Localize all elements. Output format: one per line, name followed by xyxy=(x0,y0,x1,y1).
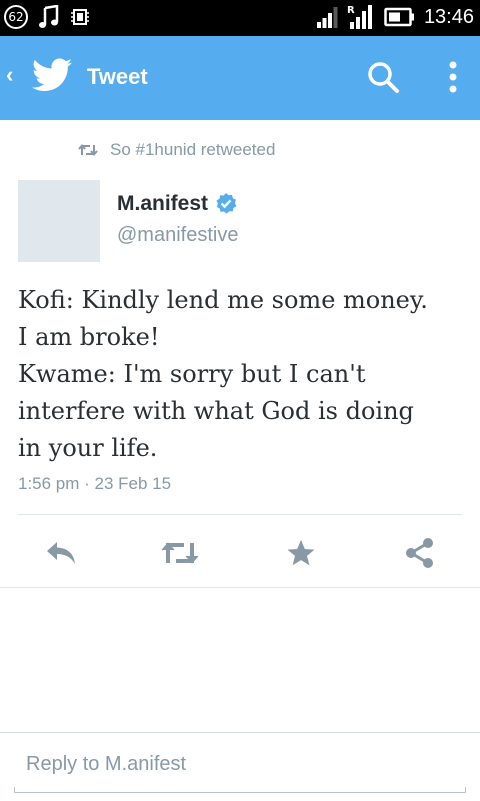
tweet-actions xyxy=(0,530,480,576)
reply-icon xyxy=(47,542,75,564)
roaming-label: R xyxy=(347,5,355,16)
status-bar: 62 R 13:46 xyxy=(0,0,480,36)
tweet-text-line: Kofi: Kindly lend me some money. xyxy=(18,286,428,314)
roaming-signal-icon: R xyxy=(347,5,372,29)
avatar[interactable] xyxy=(18,180,100,262)
favorite-button[interactable] xyxy=(278,530,324,576)
verified-badge-icon xyxy=(216,193,237,214)
share-button[interactable] xyxy=(397,530,443,576)
tweet-text-line: Kwame: I'm sorry but I can't xyxy=(18,360,366,388)
twitter-bird-icon[interactable] xyxy=(32,58,72,92)
divider xyxy=(0,587,480,588)
tweet-text: Kofi: Kindly lend me some money. I am br… xyxy=(18,282,473,467)
reply-button[interactable] xyxy=(38,530,84,576)
music-note-icon xyxy=(39,5,59,28)
reply-input-underline xyxy=(14,787,466,793)
page-title: Tweet xyxy=(87,64,148,89)
retweet-context: So #1hunid retweeted xyxy=(78,140,275,160)
tweet-text-line: in your life. xyxy=(18,434,158,462)
search-icon[interactable] xyxy=(366,60,402,96)
divider xyxy=(18,514,462,515)
more-vert-icon[interactable] xyxy=(444,60,462,96)
reply-bar: Reply to M.anifest xyxy=(0,732,480,801)
retweet-context-text: So #1hunid retweeted xyxy=(110,140,276,159)
chip-icon xyxy=(71,9,89,25)
status-time: 13:46 xyxy=(423,5,474,28)
status-bar-left: 62 xyxy=(4,5,90,29)
retweet-small-icon xyxy=(78,143,98,157)
status-bar-right: R 13:46 xyxy=(316,4,474,30)
retweet-button[interactable] xyxy=(157,530,203,576)
favorite-star-icon xyxy=(287,540,315,566)
tweet-text-line: interfere with what God is doing xyxy=(18,397,414,425)
tweet-text-line: I am broke! xyxy=(18,323,160,351)
app-bar: ‹ Tweet xyxy=(0,36,480,120)
author-name[interactable]: M.anifest xyxy=(117,192,208,216)
share-icon xyxy=(406,538,433,568)
notification-count-icon: 62 xyxy=(4,5,28,29)
tweet-timestamp: 1:56 pm · 23 Feb 15 xyxy=(18,474,172,493)
signal-icon xyxy=(316,7,338,28)
author-name-row: M.anifest xyxy=(117,192,238,216)
reply-input[interactable]: Reply to M.anifest xyxy=(14,753,466,785)
back-chevron-icon[interactable]: ‹ xyxy=(6,62,13,88)
retweet-icon xyxy=(161,542,199,564)
author-handle[interactable]: @manifestive xyxy=(117,224,238,247)
battery-icon xyxy=(384,7,414,27)
